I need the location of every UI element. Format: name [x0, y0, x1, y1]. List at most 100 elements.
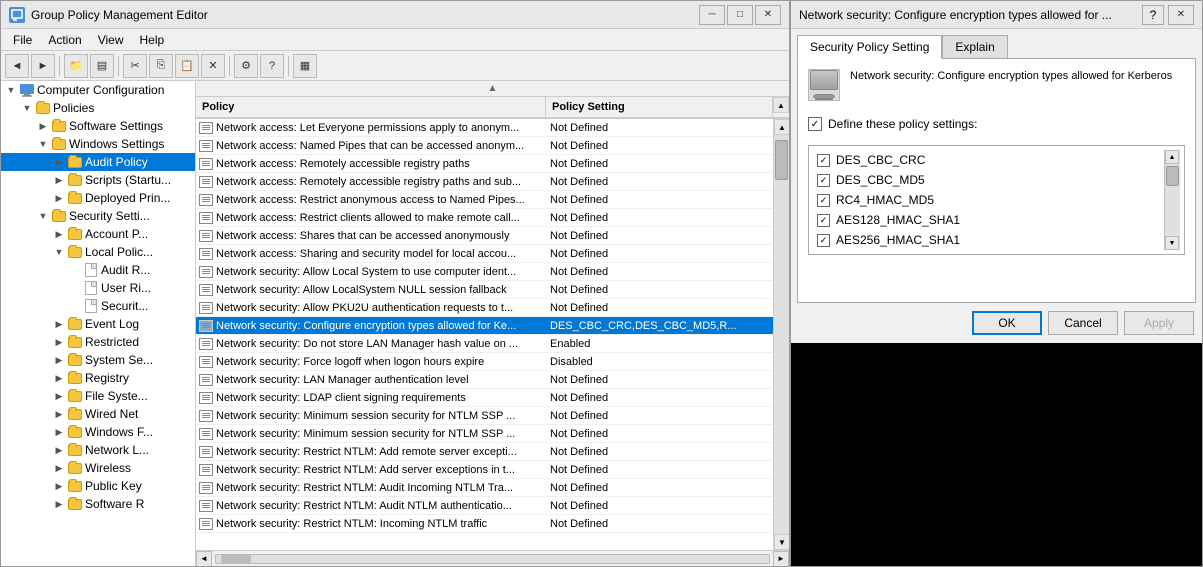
list-item[interactable]: Network access: Let Everyone permissions… — [196, 119, 773, 137]
view-button[interactable]: ▦ — [293, 54, 317, 78]
expand-network-list[interactable]: ▶ — [51, 442, 67, 458]
tree-node-policies[interactable]: ▼ Policies — [1, 99, 195, 117]
list-item[interactable]: Network access: Remotely accessible regi… — [196, 155, 773, 173]
encryption-scroll[interactable]: DES_CBC_CRC DES_CBC_MD5 RC4_HMAC_MD5 AES… — [813, 150, 1164, 250]
copy-button[interactable]: ⎘ — [149, 54, 173, 78]
menu-file[interactable]: File — [5, 31, 40, 49]
col-header-setting[interactable]: Policy Setting — [546, 96, 773, 118]
expand-file-system[interactable]: ▶ — [51, 388, 67, 404]
enc-checkbox-2[interactable] — [817, 194, 830, 207]
enc-checkbox-4[interactable] — [817, 234, 830, 247]
cancel-button[interactable]: Cancel — [1048, 311, 1118, 335]
enc-item-0[interactable]: DES_CBC_CRC — [813, 150, 1164, 170]
toggle-button[interactable]: ▤ — [90, 54, 114, 78]
list-item[interactable]: Network access: Named Pipes that can be … — [196, 137, 773, 155]
minimize-button[interactable]: ─ — [699, 5, 725, 25]
tree-panel[interactable]: ▼ Computer Configuration ▼ Policies ▶ So… — [1, 81, 196, 566]
tree-node-scripts[interactable]: ▶ Scripts (Startu... — [1, 171, 195, 189]
list-item[interactable]: Network access: Shares that can be acces… — [196, 227, 773, 245]
list-body[interactable]: Network access: Let Everyone permissions… — [196, 119, 773, 550]
h-scrollbar[interactable]: ◄ ► — [196, 550, 789, 566]
tree-node-network-list[interactable]: ▶ Network L... — [1, 441, 195, 459]
tree-node-audit-r[interactable]: ▶ Audit R... — [1, 261, 195, 279]
tab-security-policy-setting[interactable]: Security Policy Setting — [797, 35, 942, 59]
menu-help[interactable]: Help — [132, 31, 173, 49]
tree-node-restricted-groups[interactable]: ▶ Restricted — [1, 333, 195, 351]
list-item[interactable]: Network security: Allow PKU2U authentica… — [196, 299, 773, 317]
list-item[interactable]: Network access: Restrict clients allowed… — [196, 209, 773, 227]
expand-restricted-groups[interactable]: ▶ — [51, 334, 67, 350]
tree-node-windows-firewall[interactable]: ▶ Windows F... — [1, 423, 195, 441]
scroll-down-button[interactable]: ▼ — [774, 534, 789, 550]
expand-account-policies[interactable]: ▶ — [51, 226, 67, 242]
list-item[interactable]: Network security: Allow Local System to … — [196, 263, 773, 281]
tree-node-security-settings[interactable]: ▼ Security Setti... — [1, 207, 195, 225]
expand-audit-policy[interactable]: ▶ — [51, 154, 67, 170]
tree-node-windows-settings[interactable]: ▼ Windows Settings — [1, 135, 195, 153]
list-item[interactable]: Network security: Force logoff when logo… — [196, 353, 773, 371]
paste-button[interactable]: 📋 — [175, 54, 199, 78]
list-item[interactable]: Network access: Restrict anonymous acces… — [196, 191, 773, 209]
folder-button[interactable]: 📁 — [64, 54, 88, 78]
col-header-policy[interactable]: Policy — [196, 96, 546, 118]
h-scroll-right[interactable]: ► — [773, 551, 789, 567]
tree-node-registry[interactable]: ▶ Registry — [1, 369, 195, 387]
tree-node-local-policies[interactable]: ▼ Local Polic... — [1, 243, 195, 261]
expand-software-settings[interactable]: ▶ — [35, 118, 51, 134]
expand-system-services[interactable]: ▶ — [51, 352, 67, 368]
list-item[interactable]: Network security: LDAP client signing re… — [196, 389, 773, 407]
expand-windows-firewall[interactable]: ▶ — [51, 424, 67, 440]
tree-node-security-options[interactable]: ▶ Securit... — [1, 297, 195, 315]
tree-node-software-restriction[interactable]: ▶ Software R — [1, 495, 195, 513]
list-item[interactable]: Network security: Restrict NTLM: Add ser… — [196, 461, 773, 479]
tree-node-deployed-printers[interactable]: ▶ Deployed Prin... — [1, 189, 195, 207]
enc-item-4[interactable]: AES256_HMAC_SHA1 — [813, 230, 1164, 250]
expand-security-settings[interactable]: ▼ — [35, 208, 51, 224]
h-scroll-track[interactable] — [215, 554, 770, 564]
enc-scroll-thumb[interactable] — [1166, 166, 1179, 186]
enc-item-3[interactable]: AES128_HMAC_SHA1 — [813, 210, 1164, 230]
expand-wireless-network[interactable]: ▶ — [51, 460, 67, 476]
define-checkbox[interactable] — [808, 117, 822, 131]
expand-scripts[interactable]: ▶ — [51, 172, 67, 188]
expand-event-log[interactable]: ▶ — [51, 316, 67, 332]
tree-node-wired-network[interactable]: ▶ Wired Net — [1, 405, 195, 423]
tree-node-public-key[interactable]: ▶ Public Key — [1, 477, 195, 495]
properties-button[interactable]: ⚙ — [234, 54, 258, 78]
cut-button[interactable]: ✂ — [123, 54, 147, 78]
tree-node-wireless-network[interactable]: ▶ Wireless — [1, 459, 195, 477]
list-item[interactable]: Network security: Restrict NTLM: Incomin… — [196, 515, 773, 533]
list-item[interactable]: Network access: Sharing and security mod… — [196, 245, 773, 263]
enc-checkbox-0[interactable] — [817, 154, 830, 167]
list-item[interactable]: Network security: Allow LocalSystem NULL… — [196, 281, 773, 299]
expand-policies[interactable]: ▼ — [19, 100, 35, 116]
tree-node-event-log[interactable]: ▶ Event Log — [1, 315, 195, 333]
list-scroll-up[interactable]: ▲ — [773, 97, 789, 113]
enc-item-2[interactable]: RC4_HMAC_MD5 — [813, 190, 1164, 210]
list-item[interactable]: Network security: Restrict NTLM: Audit N… — [196, 497, 773, 515]
list-item[interactable]: Network security: Minimum session securi… — [196, 425, 773, 443]
forward-button[interactable]: ► — [31, 54, 55, 78]
menu-action[interactable]: Action — [40, 31, 89, 49]
expand-local-policies[interactable]: ▼ — [51, 244, 67, 260]
list-item[interactable]: Network access: Remotely accessible regi… — [196, 173, 773, 191]
expand-public-key[interactable]: ▶ — [51, 478, 67, 494]
close-button[interactable]: ✕ — [755, 5, 781, 25]
list-item[interactable]: Network security: LAN Manager authentica… — [196, 371, 773, 389]
scroll-up-area[interactable]: ▲ — [196, 81, 789, 97]
list-item[interactable]: Network security: Restrict NTLM: Add rem… — [196, 443, 773, 461]
tree-node-user-rights[interactable]: ▶ User Ri... — [1, 279, 195, 297]
list-scrollbar[interactable]: ▲ ▼ — [773, 119, 789, 550]
dialog-close-button[interactable]: ✕ — [1168, 5, 1194, 25]
scroll-thumb[interactable] — [775, 140, 788, 180]
scroll-track[interactable] — [774, 135, 789, 534]
enc-scroll-track[interactable] — [1165, 164, 1180, 236]
tree-node-computer-config[interactable]: ▼ Computer Configuration — [1, 81, 195, 99]
tree-node-software-settings[interactable]: ▶ Software Settings — [1, 117, 195, 135]
tree-node-account-policies[interactable]: ▶ Account P... — [1, 225, 195, 243]
enc-item-1[interactable]: DES_CBC_MD5 — [813, 170, 1164, 190]
expand-wired-network[interactable]: ▶ — [51, 406, 67, 422]
tree-node-file-system[interactable]: ▶ File Syste... — [1, 387, 195, 405]
list-item[interactable]: Network security: Restrict NTLM: Audit I… — [196, 479, 773, 497]
tab-explain[interactable]: Explain — [942, 35, 1007, 59]
